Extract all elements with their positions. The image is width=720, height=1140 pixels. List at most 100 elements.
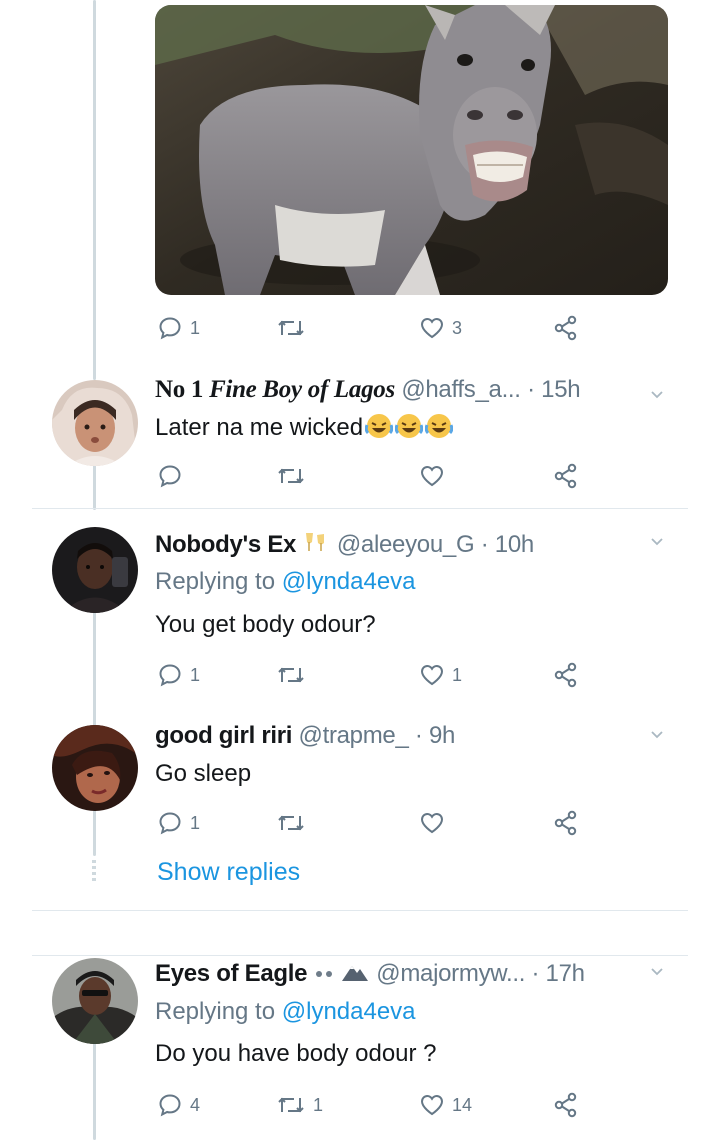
chevron-down-icon[interactable] <box>649 727 665 743</box>
timestamp[interactable]: 9h <box>429 722 455 749</box>
share-button[interactable] <box>553 660 579 690</box>
retweet-button[interactable] <box>277 808 313 838</box>
like-button[interactable] <box>420 808 452 838</box>
separator: · <box>527 376 535 403</box>
divider <box>32 955 688 956</box>
tweet-text: You get body odour? <box>155 611 376 638</box>
heart-icon <box>420 465 444 487</box>
reply-button[interactable]: 1 <box>158 313 200 343</box>
share-icon <box>554 810 577 836</box>
handle[interactable]: @trapme_ <box>299 722 409 749</box>
reply-icon <box>159 664 181 687</box>
separator: · <box>414 722 423 749</box>
share-icon <box>554 662 577 688</box>
like-count: 14 <box>452 1094 473 1115</box>
replying-to: Replying to @lynda4eva <box>155 568 416 595</box>
retweet-button[interactable] <box>277 660 313 690</box>
eyes-icon <box>315 971 332 977</box>
show-replies-link[interactable]: Show replies <box>157 858 300 887</box>
toast-glasses-icon <box>306 533 325 551</box>
tweet-actions: 1 <box>155 808 595 838</box>
avatar[interactable] <box>52 527 138 613</box>
tweet-header: Nobody's Ex @aleeyou_G · 10h <box>155 530 534 559</box>
tweet-text: Later na me wicked <box>155 412 454 442</box>
retweet-icon <box>278 667 304 683</box>
tweet-media-photo[interactable] <box>155 5 668 295</box>
retweet-icon <box>278 815 304 831</box>
reply-icon <box>159 317 181 340</box>
display-name[interactable]: Eyes of Eagle <box>155 960 307 987</box>
thread-line <box>93 1042 96 1140</box>
tweet-header: No 1 Fine Boy of Lagos @haffs_a... · 15h <box>155 376 581 404</box>
reply-button[interactable]: 1 <box>158 808 200 838</box>
like-button[interactable] <box>420 461 452 491</box>
tears-of-joy-emoji <box>395 414 424 438</box>
reply-count: 1 <box>190 664 201 685</box>
retweet-button[interactable]: 1 <box>277 1090 323 1120</box>
donkey-photo <box>155 5 668 295</box>
display-name[interactable]: good girl riri <box>155 722 292 749</box>
reply-button[interactable] <box>158 461 190 491</box>
reply-count: 1 <box>190 317 201 338</box>
replying-to: Replying to @lynda4eva <box>155 998 416 1025</box>
heart-icon <box>420 664 444 686</box>
avatar[interactable] <box>52 725 138 811</box>
chevron-down-icon[interactable] <box>649 534 665 550</box>
reply-count: 4 <box>190 1094 201 1115</box>
share-button[interactable] <box>553 461 579 491</box>
share-icon <box>554 1092 577 1118</box>
timestamp[interactable]: 10h <box>495 531 534 558</box>
tweet-text: Go sleep <box>155 760 252 787</box>
tweet-actions <box>155 461 595 491</box>
reply-button[interactable]: 1 <box>158 660 200 690</box>
retweet-icon <box>278 1097 304 1113</box>
timestamp[interactable]: 17h <box>546 960 585 987</box>
share-icon <box>554 463 577 489</box>
avatar[interactable] <box>52 380 138 466</box>
reply-count: 1 <box>190 812 201 833</box>
retweet-button[interactable] <box>277 313 313 343</box>
share-button[interactable] <box>553 313 579 343</box>
timestamp[interactable]: 15h <box>541 376 580 403</box>
handle[interactable]: @majormyw... <box>376 960 525 987</box>
share-button[interactable] <box>553 1090 579 1120</box>
thread-line <box>93 610 96 730</box>
display-name[interactable]: No 1 Fine Boy of Lagos <box>155 376 395 403</box>
tweet-text: Do you have body odour ? <box>155 1040 437 1067</box>
divider <box>32 910 688 911</box>
thread-line <box>93 0 96 380</box>
separator: · <box>480 531 489 558</box>
chevron-down-icon[interactable] <box>649 387 665 403</box>
avatar[interactable] <box>52 958 138 1044</box>
retweet-icon <box>278 468 304 484</box>
reply-icon <box>159 1094 181 1117</box>
like-button[interactable]: 14 <box>420 1090 472 1120</box>
chevron-down-icon[interactable] <box>649 964 665 980</box>
handle[interactable]: @haffs_a... <box>401 376 521 403</box>
tears-of-joy-emoji <box>365 414 394 438</box>
thread-line <box>93 462 96 510</box>
reply-button[interactable]: 4 <box>158 1090 200 1120</box>
retweet-icon <box>278 320 304 336</box>
reply-icon <box>159 465 181 488</box>
thread-dots <box>92 860 96 882</box>
thread-line <box>93 808 96 856</box>
like-count: 1 <box>452 664 463 685</box>
mention-link[interactable]: @lynda4eva <box>282 568 416 595</box>
like-count: 3 <box>452 317 463 338</box>
handle[interactable]: @aleeyou_G <box>337 531 475 558</box>
separator: · <box>531 960 540 987</box>
tweet-actions: 1 3 <box>155 313 595 343</box>
share-button[interactable] <box>553 808 579 838</box>
display-name[interactable]: Nobody's Ex <box>155 531 296 558</box>
heart-icon <box>420 812 444 834</box>
tweet-actions: 1 1 <box>155 660 595 690</box>
tweet-header: Eyes of Eagle @majormyw... · 17h <box>155 960 585 988</box>
retweet-button[interactable] <box>277 461 313 491</box>
mention-link[interactable]: @lynda4eva <box>282 998 416 1025</box>
reply-icon <box>159 812 181 835</box>
tweet-actions: 4 1 14 <box>155 1090 595 1120</box>
tears-of-joy-emoji <box>425 414 454 438</box>
like-button[interactable]: 3 <box>420 313 462 343</box>
like-button[interactable]: 1 <box>420 660 462 690</box>
